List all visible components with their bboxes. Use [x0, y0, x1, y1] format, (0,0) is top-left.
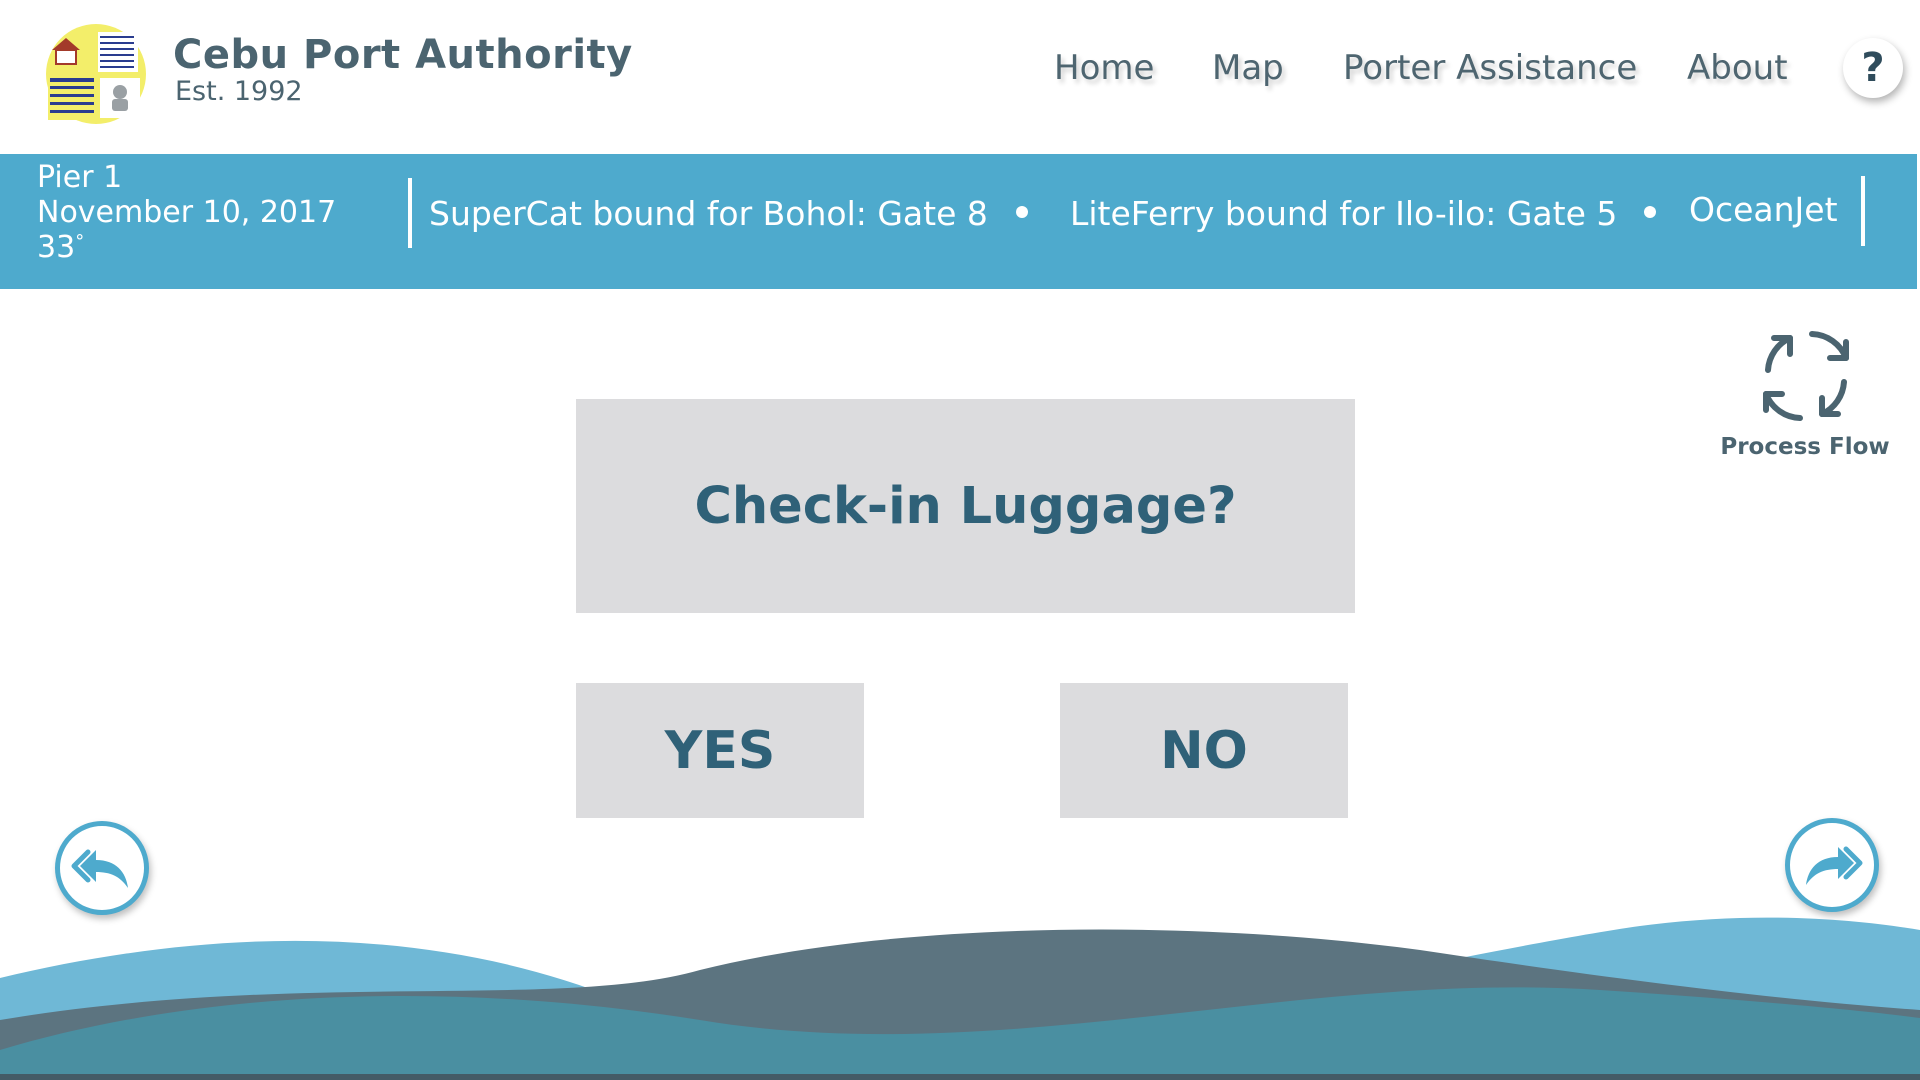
brand-title: Cebu Port Authority [173, 32, 633, 78]
process-flow-label: Process Flow [1720, 434, 1890, 460]
reply-back-icon [71, 849, 128, 888]
ticker-item: OceanJet [1689, 190, 1838, 229]
yes-button[interactable]: YES [576, 683, 864, 818]
divider [1861, 176, 1865, 246]
ticker-item: SuperCat bound for Bohol: Gate 8 [429, 194, 988, 233]
date-label: November 10, 2017 [37, 195, 337, 230]
info-bar: Pier 1 November 10, 2017 33° SuperCat bo… [0, 154, 1917, 289]
header: Cebu Port Authority Est. 1992 Home Map P… [0, 0, 1920, 154]
cebu-port-logo [44, 22, 154, 126]
nav-home[interactable]: Home [1054, 48, 1154, 88]
no-button[interactable]: NO [1060, 683, 1348, 818]
pier-info: Pier 1 November 10, 2017 33° [37, 160, 336, 265]
refresh-cycle-icon [1763, 331, 1849, 421]
forward-button[interactable] [1785, 818, 1879, 912]
divider [408, 178, 412, 248]
help-icon: ? [1861, 45, 1885, 91]
brand-established: Est. 1992 [175, 76, 303, 107]
nav-porter-assistance[interactable]: Porter Assistance [1343, 48, 1637, 88]
ticker-bullet [1644, 206, 1656, 218]
question-text: Check-in Luggage? [694, 476, 1237, 536]
question-panel: Check-in Luggage? [576, 399, 1355, 613]
nav-map[interactable]: Map [1212, 48, 1284, 88]
ticker-bullet [1016, 206, 1028, 218]
pier-label: Pier 1 [37, 160, 123, 195]
nav-about[interactable]: About [1687, 48, 1788, 88]
degree-symbol: ° [75, 231, 85, 252]
wave-decoration [0, 917, 1920, 1080]
forward-icon [1806, 846, 1863, 885]
ticker-item: LiteFerry bound for Ilo-ilo: Gate 5 [1070, 194, 1618, 233]
help-button[interactable]: ? [1843, 38, 1903, 98]
temperature-value: 33 [37, 230, 76, 265]
process-flow-button[interactable]: Process Flow [1710, 322, 1900, 472]
temperature: 33° [37, 230, 336, 265]
